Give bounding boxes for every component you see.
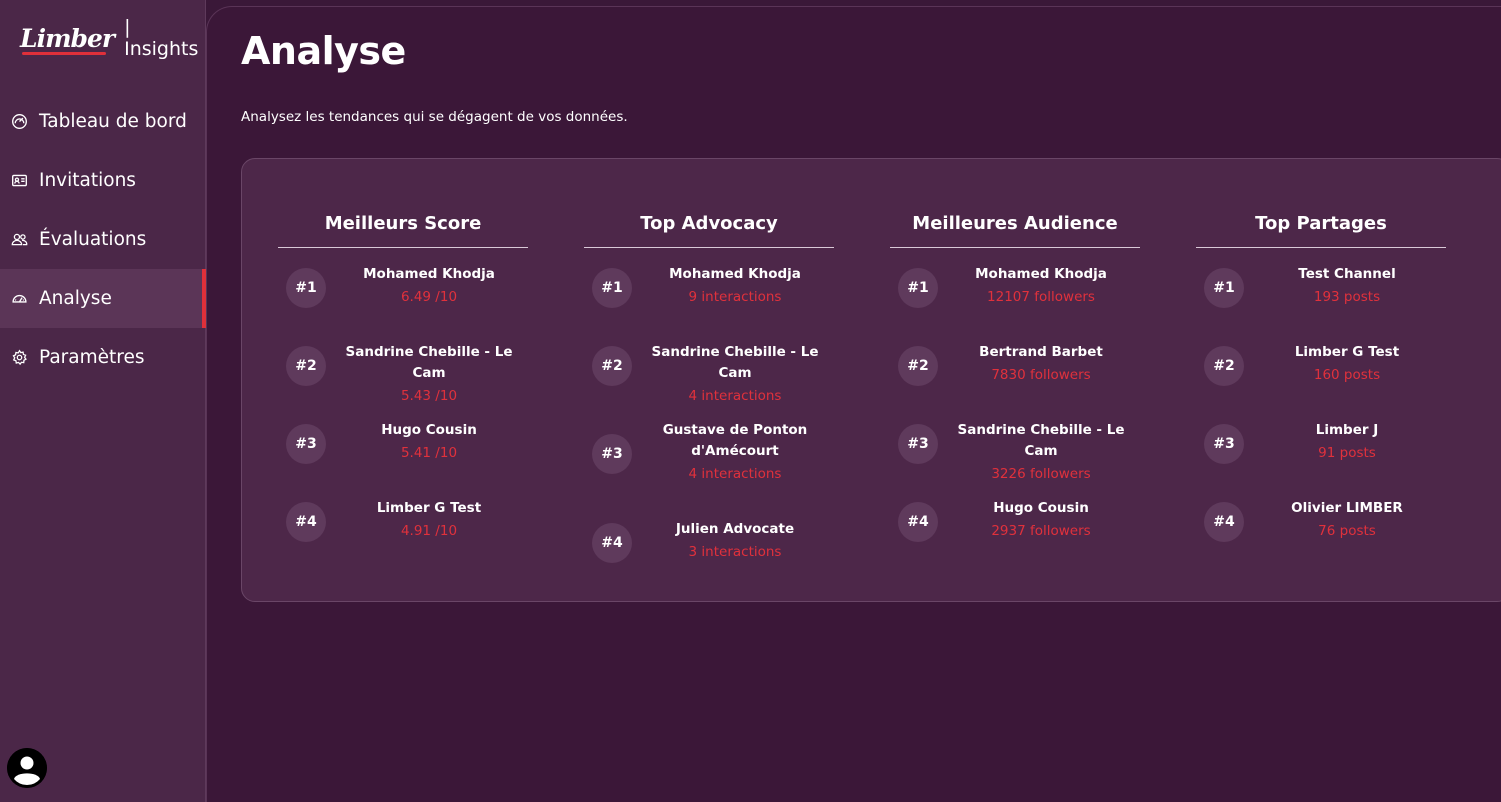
gauge-icon (10, 113, 28, 131)
list-item[interactable]: #4 Limber G Test 4.91 /10 (278, 482, 528, 560)
entry-name: Julien Advocate (675, 521, 795, 537)
rank-badge: #1 (898, 268, 938, 308)
page-subtitle: Analysez les tendances qui se dégagent d… (241, 109, 628, 125)
entry-value: 9 interactions (688, 289, 782, 305)
column-top-advocacy: Top Advocacy #1 Mohamed Khodja 9 interac… (584, 213, 834, 581)
entry-value: 76 posts (1318, 523, 1376, 539)
column-meilleures-audience: Meilleures Audience #1 Mohamed Khodja 12… (890, 213, 1140, 560)
entry-name: Mohamed Khodja (363, 266, 495, 282)
column-title: Meilleures Audience (890, 213, 1140, 248)
entry-value: 160 posts (1313, 367, 1381, 383)
list-item[interactable]: #3 Limber J 91 posts (1196, 404, 1446, 482)
entry-value: 12107 followers (987, 289, 1095, 305)
rank-badge: #2 (898, 346, 938, 386)
rank-badge: #4 (286, 502, 326, 542)
list-item[interactable]: #1 Mohamed Khodja 6.49 /10 (278, 248, 528, 326)
sidebar-item-label: Paramètres (39, 347, 145, 368)
sidebar-item-invitations[interactable]: Invitations (0, 151, 206, 210)
entry-name: Limber J (1315, 422, 1379, 438)
entry-value: 193 posts (1313, 289, 1381, 305)
sidebar-item-label: Analyse (39, 288, 112, 309)
list-item[interactable]: #3 Sandrine Chebille - Le Cam 3226 follo… (890, 404, 1140, 482)
sidebar-item-label: Tableau de bord (39, 111, 187, 132)
brand-logo[interactable]: Limber | Insights (20, 16, 205, 60)
sidebar-nav: Tableau de bord Invitations Évaluations … (0, 92, 206, 387)
entry-value: 91 posts (1318, 445, 1376, 461)
sidebar-item-analyse[interactable]: Analyse (0, 269, 206, 328)
entry-value: 4 interactions (688, 466, 782, 482)
product-name: Insights (124, 38, 199, 60)
entry-name: Olivier LIMBER (1291, 500, 1403, 516)
entry-name: Sandrine Chebille - Le Cam (651, 344, 819, 381)
entry-name: Limber G Test (1294, 344, 1400, 360)
list-item[interactable]: #2 Sandrine Chebille - Le Cam 4 interact… (584, 326, 834, 404)
rank-badge: #1 (1204, 268, 1244, 308)
rank-badge: #1 (286, 268, 326, 308)
rank-badge: #4 (1204, 502, 1244, 542)
entry-name: Gustave de Ponton d'Amécourt (662, 422, 808, 459)
column-title: Top Partages (1196, 213, 1446, 248)
rankings-panel: Meilleurs Score #1 Mohamed Khodja 6.49 /… (241, 158, 1501, 602)
entry-value: 5.41 /10 (400, 445, 458, 461)
rank-badge: #3 (592, 434, 632, 474)
sidebar-item-tableau-de-bord[interactable]: Tableau de bord (0, 92, 206, 151)
entry-name: Mohamed Khodja (669, 266, 801, 282)
rank-badge: #4 (592, 523, 632, 563)
column-top-partages: Top Partages #1 Test Channel 193 posts #… (1196, 213, 1446, 560)
main-content: Analyse Analysez les tendances qui se dé… (206, 6, 1501, 802)
rank-badge: #3 (286, 424, 326, 464)
logo-wordmark: Limber (20, 23, 115, 55)
column-title: Top Advocacy (584, 213, 834, 248)
user-avatar-icon[interactable] (7, 748, 47, 788)
list-item[interactable]: #1 Test Channel 193 posts (1196, 248, 1446, 326)
users-icon (10, 231, 28, 249)
list-item[interactable]: #2 Bertrand Barbet 7830 followers (890, 326, 1140, 404)
rank-badge: #4 (898, 502, 938, 542)
page-title: Analyse (241, 29, 406, 73)
entry-value: 4.91 /10 (400, 523, 458, 539)
entry-value: 3 interactions (688, 544, 782, 560)
list-item[interactable]: #2 Limber G Test 160 posts (1196, 326, 1446, 404)
entry-name: Limber G Test (376, 500, 482, 516)
rank-badge: #2 (592, 346, 632, 386)
rank-badge: #1 (592, 268, 632, 308)
entry-value: 6.49 /10 (400, 289, 458, 305)
entry-name: Hugo Cousin (993, 500, 1089, 516)
entry-name: Bertrand Barbet (979, 344, 1103, 360)
column-meilleurs-score: Meilleurs Score #1 Mohamed Khodja 6.49 /… (278, 213, 528, 560)
list-item[interactable]: #4 Julien Advocate 3 interactions (584, 503, 834, 581)
entry-name: Hugo Cousin (381, 422, 477, 438)
rank-badge: #3 (898, 424, 938, 464)
gear-icon (10, 349, 28, 367)
rank-badge: #2 (1204, 346, 1244, 386)
list-item[interactable]: #1 Mohamed Khodja 12107 followers (890, 248, 1140, 326)
list-item[interactable]: #4 Hugo Cousin 2937 followers (890, 482, 1140, 560)
entry-name: Test Channel (1298, 266, 1396, 282)
rank-badge: #2 (286, 346, 326, 386)
entry-value: 2937 followers (991, 523, 1091, 539)
entry-name: Sandrine Chebille - Le Cam (345, 344, 513, 381)
sidebar: Limber | Insights Tableau de bord Invita… (0, 0, 206, 802)
logo-separator: | (124, 16, 131, 38)
entry-name: Mohamed Khodja (975, 266, 1107, 282)
entry-name: Sandrine Chebille - Le Cam (957, 422, 1125, 459)
list-item[interactable]: #3 Hugo Cousin 5.41 /10 (278, 404, 528, 482)
list-item[interactable]: #4 Olivier LIMBER 76 posts (1196, 482, 1446, 560)
list-item[interactable]: #3 Gustave de Ponton d'Amécourt 4 intera… (584, 404, 834, 503)
column-title: Meilleurs Score (278, 213, 528, 248)
sidebar-item-evaluations[interactable]: Évaluations (0, 210, 206, 269)
sidebar-item-parametres[interactable]: Paramètres (0, 328, 206, 387)
entry-value: 7830 followers (991, 367, 1091, 383)
sidebar-item-label: Évaluations (39, 229, 147, 250)
rank-badge: #3 (1204, 424, 1244, 464)
id-card-icon (10, 172, 28, 190)
speedometer-icon (10, 290, 28, 308)
list-item[interactable]: #1 Mohamed Khodja 9 interactions (584, 248, 834, 326)
list-item[interactable]: #2 Sandrine Chebille - Le Cam 5.43 /10 (278, 326, 528, 404)
sidebar-item-label: Invitations (39, 170, 136, 191)
